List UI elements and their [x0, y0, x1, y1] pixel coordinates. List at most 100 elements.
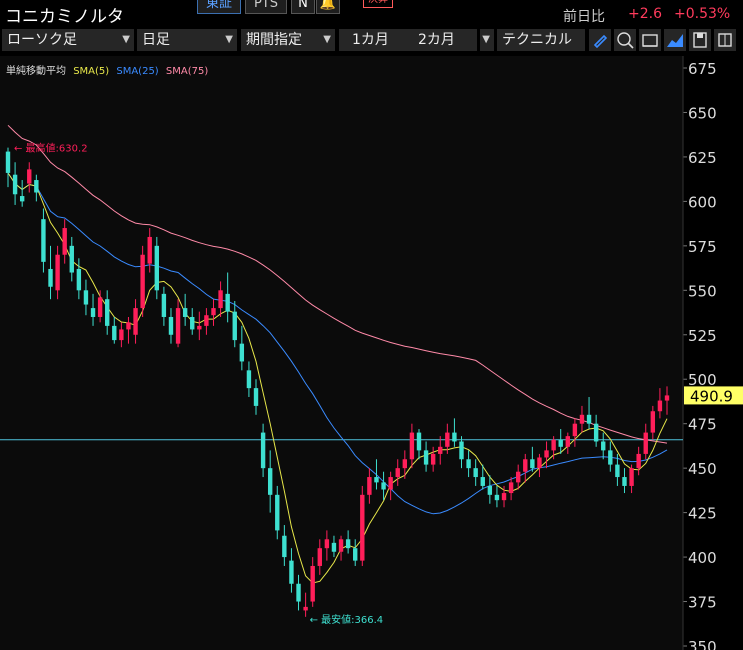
candle-body [55, 254, 60, 291]
candle-body [360, 494, 365, 561]
legend-sma5: SMA(5) [73, 66, 110, 77]
candle-body [445, 432, 450, 447]
candle-body [19, 196, 25, 202]
candle-body [310, 565, 315, 602]
candle-body [211, 308, 216, 316]
sma25-line [7, 172, 668, 515]
y-tick-label: 525 [688, 327, 717, 345]
y-tick-label: 625 [688, 149, 717, 167]
candle-body [544, 450, 549, 458]
candle-body [12, 174, 18, 195]
candle-body [303, 606, 308, 611]
candle-body [105, 299, 110, 326]
candle-body [260, 432, 266, 469]
candle-body [650, 411, 656, 433]
candle-body [367, 477, 372, 495]
last-price-label: 490.9 [690, 387, 733, 405]
candle-body [112, 325, 117, 341]
candle-body [239, 343, 245, 362]
candle-body [501, 493, 507, 501]
candle-body [586, 414, 592, 424]
candle-body [34, 180, 39, 193]
candle-body [338, 539, 344, 552]
candle-body [551, 439, 556, 451]
candle-body [466, 459, 471, 469]
candle-body [267, 468, 273, 495]
candle-body [523, 459, 528, 472]
candle-body [97, 297, 103, 317]
candle-body [480, 477, 485, 486]
candle-body [5, 151, 11, 173]
candle-body [537, 457, 542, 469]
candle-body [119, 329, 124, 341]
candle-body [608, 450, 613, 465]
candle-body [246, 370, 252, 389]
candle-body [232, 311, 237, 341]
sma5-line [7, 172, 668, 584]
candle-body [558, 439, 563, 447]
candle-body [515, 471, 521, 483]
candle-body [423, 450, 429, 465]
y-tick-label: 450 [688, 460, 717, 478]
candle-body [452, 432, 457, 442]
candle-body [593, 423, 599, 442]
y-tick-label: 675 [688, 60, 717, 78]
candle-body [168, 316, 174, 335]
candle-body [161, 293, 167, 317]
candle-body [133, 308, 138, 335]
sma75-line [7, 124, 668, 444]
y-tick-label: 575 [688, 238, 717, 256]
candle-body [601, 441, 606, 451]
candle-body [430, 453, 436, 465]
legend-title: 単純移動平均 [6, 66, 66, 77]
candle-body [27, 169, 32, 184]
candle-body [508, 482, 514, 494]
candle-body [175, 308, 181, 344]
y-tick-label: 350 [688, 638, 717, 650]
y-tick-label: 600 [688, 193, 717, 211]
candle-body [126, 322, 131, 330]
candle-body [636, 453, 641, 469]
candle-body [579, 414, 585, 424]
candle-body [409, 432, 415, 460]
candle-body [204, 315, 209, 326]
candle-body [438, 446, 443, 454]
candle-body [664, 395, 670, 401]
candle-body [225, 293, 230, 312]
candle-body [48, 268, 53, 287]
legend-sma75: SMA(75) [165, 66, 209, 77]
candle-body [402, 459, 408, 469]
candle-body [388, 477, 393, 490]
candle-body [282, 535, 287, 558]
candle-body [182, 308, 188, 317]
y-tick-label: 475 [688, 416, 717, 434]
candle-body [416, 432, 422, 451]
candle-body [473, 468, 478, 478]
candle-body [190, 316, 195, 330]
chart-legend: 単純移動平均 SMA(5) SMA(25) SMA(75) [6, 62, 212, 77]
y-tick-label: 650 [688, 104, 717, 122]
candle-body [147, 236, 152, 264]
candlestick-chart: 3503754004254504755005255505756006256506… [0, 56, 743, 650]
candle-body [395, 468, 400, 478]
candle-body [62, 228, 67, 255]
candle-body [629, 468, 634, 486]
y-tick-label: 550 [688, 282, 717, 300]
legend-sma25: SMA(25) [116, 66, 159, 77]
candle-body [253, 388, 259, 406]
candle-body [83, 290, 89, 305]
candle-body [324, 539, 330, 549]
candle-body [289, 560, 294, 584]
high-price-label: ← 最高値:630.2 [14, 142, 88, 155]
candle-body [459, 441, 464, 460]
candle-body [615, 464, 620, 478]
candle-body [154, 245, 160, 291]
candle-body [76, 268, 82, 291]
candle-body [353, 548, 358, 561]
candle-body [572, 423, 578, 437]
candle-body [345, 539, 351, 549]
y-tick-label: 425 [688, 505, 717, 523]
candle-body [565, 436, 570, 447]
low-price-label: ← 最安値:366.4 [310, 613, 384, 626]
candle-body [317, 548, 322, 566]
